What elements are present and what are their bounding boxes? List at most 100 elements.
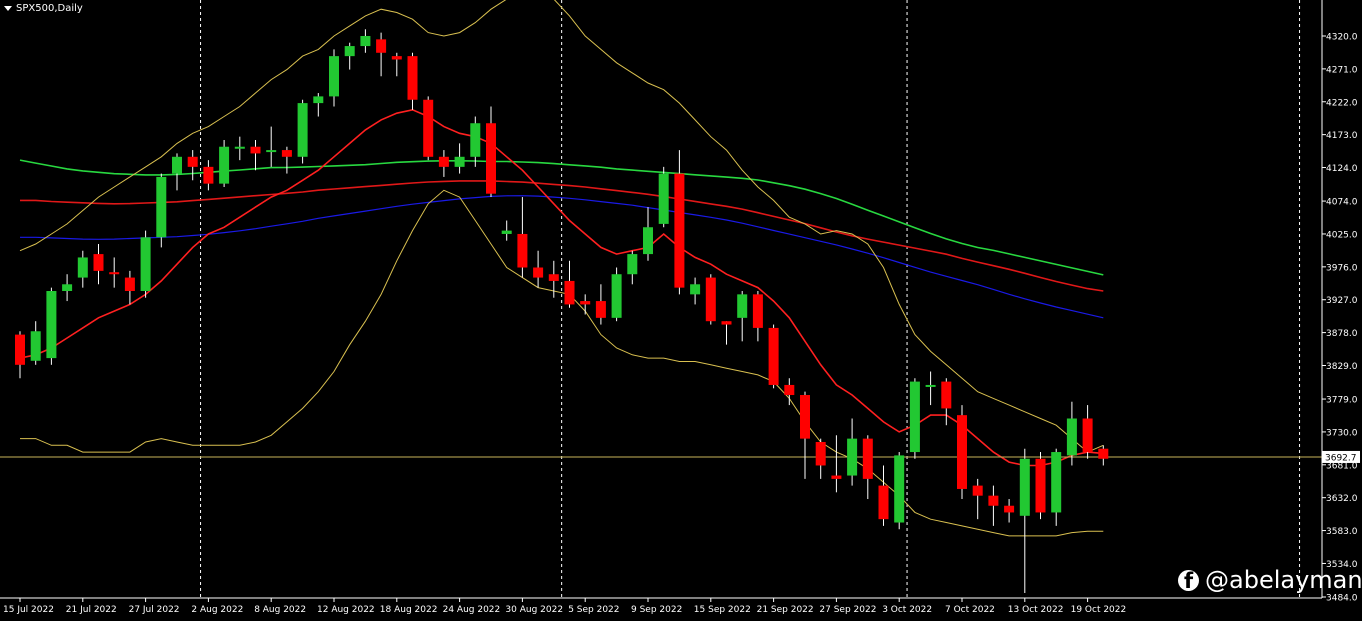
- candle-bull: [156, 176, 167, 238]
- candle-bear: [203, 166, 214, 184]
- candle-bear: [862, 438, 873, 479]
- candle-bear: [941, 381, 952, 409]
- y-tick-label: 4320.0: [1326, 33, 1358, 43]
- y-tick-label: 4124.0: [1326, 164, 1358, 174]
- candle-bull: [627, 254, 638, 275]
- y-tick-label: 3976.0: [1326, 263, 1358, 273]
- candle-bear: [187, 156, 198, 167]
- candle-bear: [1004, 505, 1015, 513]
- y-tick-label: 3878.0: [1326, 329, 1358, 339]
- candle-bull: [313, 96, 324, 104]
- symbol-label[interactable]: SPX500,Daily: [4, 3, 83, 14]
- candle-bear: [595, 301, 606, 318]
- y-tick-label: 3779.0: [1326, 396, 1358, 406]
- candle-bull: [690, 284, 701, 295]
- current-price-tag: 3692.7: [1322, 450, 1360, 463]
- candle-bear: [564, 280, 575, 305]
- ma-blue-line: [20, 195, 1104, 319]
- x-tick-label: 15 Jul 2022: [3, 605, 54, 615]
- candle-bear: [517, 233, 528, 268]
- facebook-icon: f: [1178, 569, 1199, 591]
- watermark: f @abelayman: [1178, 566, 1362, 594]
- candle-bear: [721, 321, 732, 325]
- candle-bear: [15, 334, 25, 365]
- x-tick-label: 18 Aug 2022: [380, 605, 438, 615]
- y-tick-label: 3730.0: [1326, 428, 1358, 438]
- candle-bear: [768, 327, 779, 385]
- candle-bull: [297, 103, 308, 157]
- x-tick-label: 7 Oct 2022: [945, 605, 995, 615]
- price-chart[interactable]: 4320.0 4271.0 4222.0 4173.0 4124.0 4074.0 4025…: [0, 0, 1362, 621]
- candle-bull: [234, 146, 245, 149]
- candle-bear: [1082, 418, 1093, 453]
- x-tick-label: 12 Aug 2022: [317, 605, 375, 615]
- candle-bull: [77, 257, 88, 278]
- x-tick-label: 30 Aug 2022: [505, 605, 563, 615]
- candle-bull: [894, 455, 905, 523]
- candle-bear: [878, 485, 889, 520]
- y-tick-label: 4271.0: [1326, 65, 1358, 75]
- y-tick-label: 4222.0: [1326, 98, 1358, 108]
- candle-bull: [470, 123, 481, 157]
- axes: [0, 0, 1323, 599]
- candle-bear: [533, 267, 544, 278]
- candle-bear: [423, 99, 434, 157]
- candle-bear: [957, 415, 967, 489]
- candle-bear: [988, 495, 999, 506]
- candle-bull: [329, 56, 339, 97]
- x-tick-label: 19 Oct 2022: [1071, 605, 1127, 615]
- period-separators: [200, 0, 1301, 598]
- candle-bear: [815, 441, 826, 466]
- candle-bear: [784, 384, 795, 396]
- candle-bull: [30, 331, 41, 361]
- x-tick-label: 27 Jul 2022: [129, 605, 180, 615]
- dropdown-triangle-icon[interactable]: [4, 6, 12, 11]
- x-tick-label: 2 Aug 2022: [191, 605, 243, 615]
- candle-bull: [658, 173, 669, 224]
- candle-bull: [501, 230, 512, 234]
- y-tick-label: 3632.0: [1326, 494, 1358, 504]
- candle-bull: [1051, 452, 1062, 513]
- candle-bear: [800, 395, 810, 439]
- candle-bear: [281, 150, 292, 157]
- candle-bear: [391, 56, 402, 60]
- candle-bull: [62, 284, 73, 291]
- candle-bear: [124, 277, 135, 291]
- y-tick-label: 3484.0: [1326, 594, 1358, 604]
- y-tick-label: 3927.0: [1326, 296, 1358, 306]
- candle-bear: [831, 475, 842, 479]
- x-tick-label: 8 Aug 2022: [254, 605, 306, 615]
- y-tick-label: 4025.0: [1326, 230, 1358, 240]
- candle-bear: [93, 254, 104, 271]
- candle-bull: [266, 150, 277, 153]
- x-tick-label: 24 Aug 2022: [443, 605, 501, 615]
- candle-bear: [752, 294, 763, 328]
- candle-bear: [438, 156, 449, 167]
- candle-bear: [1035, 458, 1046, 513]
- candle-bull: [344, 46, 355, 57]
- candle-bull: [611, 274, 622, 318]
- candle-bear: [548, 274, 559, 281]
- candle-bear: [109, 272, 120, 275]
- candle-bear: [705, 277, 716, 322]
- candle-bear: [376, 39, 387, 53]
- candle-bull: [172, 156, 182, 174]
- x-axis-ticks: 15 Jul 2022 21 Jul 2022 27 Jul 2022 2 Aug 2…: [3, 598, 1126, 615]
- candle-bull: [1019, 458, 1030, 516]
- candle-bear: [674, 173, 685, 288]
- x-tick-label: 5 Sep 2022: [568, 605, 619, 615]
- watermark-handle: @abelayman: [1205, 566, 1362, 594]
- y-tick-label: 4173.0: [1326, 131, 1358, 141]
- y-tick-label: 3583.0: [1326, 527, 1358, 537]
- candle-bear: [1098, 448, 1109, 459]
- symbol-text: SPX500,Daily: [16, 3, 83, 14]
- candle-bear: [407, 56, 418, 100]
- candle-bull: [643, 227, 653, 255]
- candle-bull: [140, 237, 151, 291]
- x-tick-label: 21 Jul 2022: [66, 605, 117, 615]
- candle-bull: [46, 291, 57, 359]
- x-tick-label: 13 Oct 2022: [1008, 605, 1064, 615]
- candle-bull: [360, 36, 371, 47]
- x-tick-label: 21 Sep 2022: [757, 605, 814, 615]
- y-axis-ticks: 4320.0 4271.0 4222.0 4173.0 4124.0 4074.0 4025…: [1322, 33, 1358, 604]
